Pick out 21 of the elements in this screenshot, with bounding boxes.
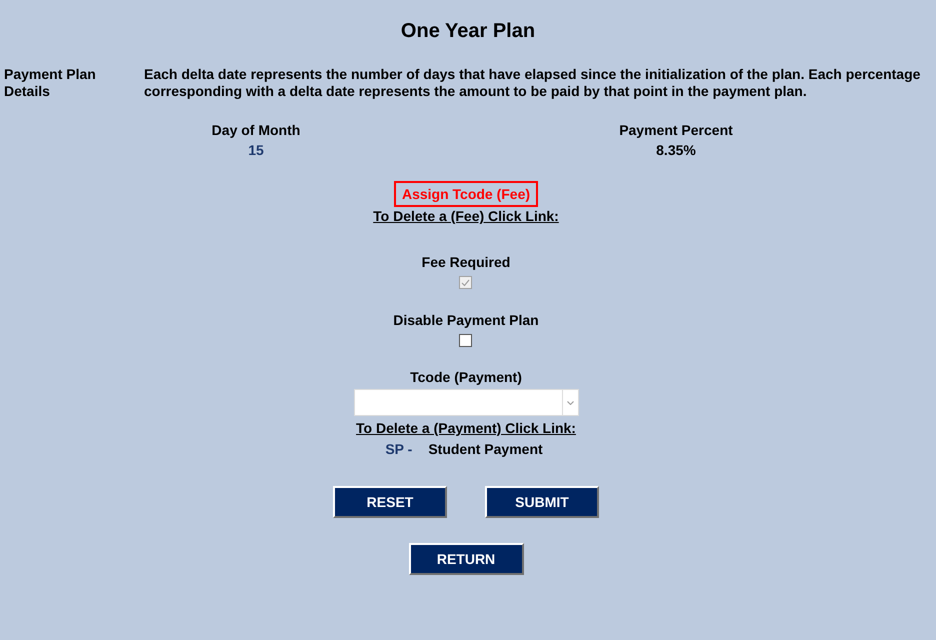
table-cell-text: 15 [247,141,265,160]
details-text: Each delta date represents the number of days that have elapsed since the initialization of the plan. Each percentage corresponding with a delta date represents the amount to be paid by that point in the payment plan. [144,66,922,100]
return-button[interactable]: RETURN [408,543,524,575]
check-icon [461,278,470,286]
delete-fee-heading: To Delete a (Fee) Click Link: [373,207,559,225]
tcode-select[interactable] [354,389,578,416]
form-button[interactable]: RESET [333,486,447,518]
checkbox-label: Fee Required [422,253,510,272]
delete-payment-heading: To Delete a (Payment) Click Link: [356,419,576,437]
tcode-link[interactable]: SP - [385,439,412,459]
checkbox-label: Disable Payment Plan [393,311,539,330]
select-label: Tcode (Payment) [410,368,522,387]
chevron-down-icon [566,400,574,404]
form-button[interactable]: SUBMIT [485,486,599,518]
column-header: Payment Percent [618,121,734,140]
checkbox[interactable] [459,334,472,347]
tcode-description: Student Payment [428,440,543,459]
table-cell-text: 8.35% [655,141,697,160]
details-label: Payment Plan Details [4,66,97,100]
column-header: Day of Month [210,121,302,140]
page-title: One Year Plan [400,19,536,44]
